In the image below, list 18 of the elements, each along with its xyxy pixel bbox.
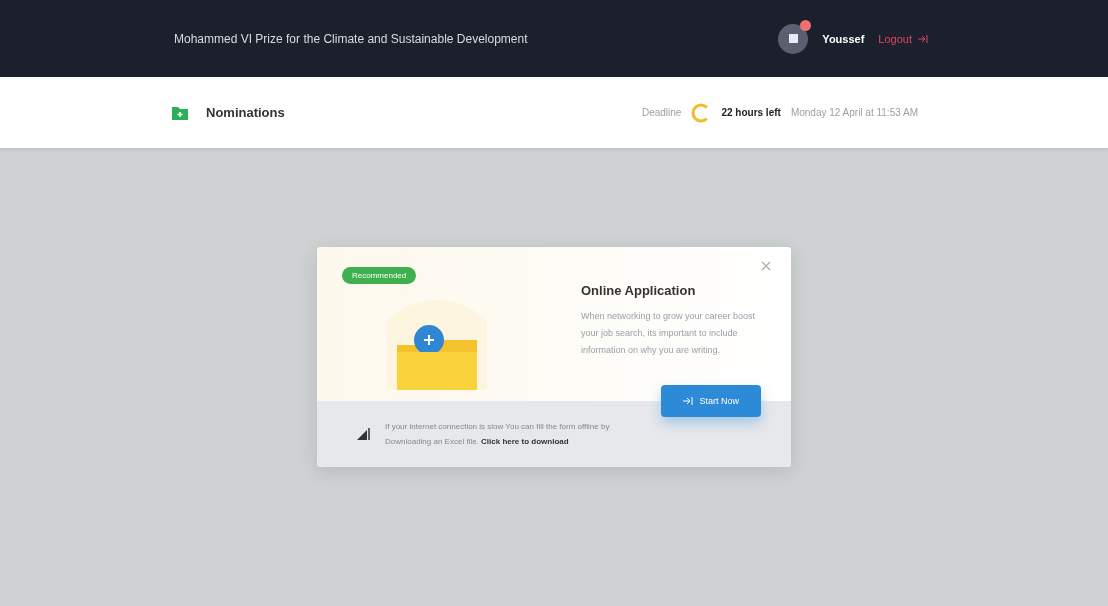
user-name: Youssef xyxy=(822,32,865,45)
deadline-date: Monday 12 April at 11:53 AM xyxy=(790,107,918,118)
folder-plus-icon xyxy=(172,105,188,120)
close-icon xyxy=(761,261,771,271)
logout-icon xyxy=(918,33,928,44)
offline-notice: If your internet connection is slow You can fill the form offline by Downloading an Excel file. Click here to download xyxy=(385,421,611,448)
avatar[interactable] xyxy=(778,23,809,54)
signal-icon xyxy=(357,428,371,440)
time-left: 22 hours left xyxy=(721,107,781,118)
recommended-badge: Recommended xyxy=(342,267,417,284)
logout-link[interactable]: Logout xyxy=(878,32,928,45)
section-title: Nominations xyxy=(206,105,285,120)
site-title: Mohammed VI Prize for the Climate and Sustainable Development xyxy=(174,31,528,46)
start-now-button[interactable]: Start Now xyxy=(661,385,761,417)
dialog-description: When networking to grow your career boost your job search, its important to include information on why you are writing. xyxy=(581,310,757,357)
login-icon xyxy=(683,397,694,405)
deadline-label: Deadline xyxy=(641,107,682,118)
dialog-title: Online Application xyxy=(581,283,697,298)
